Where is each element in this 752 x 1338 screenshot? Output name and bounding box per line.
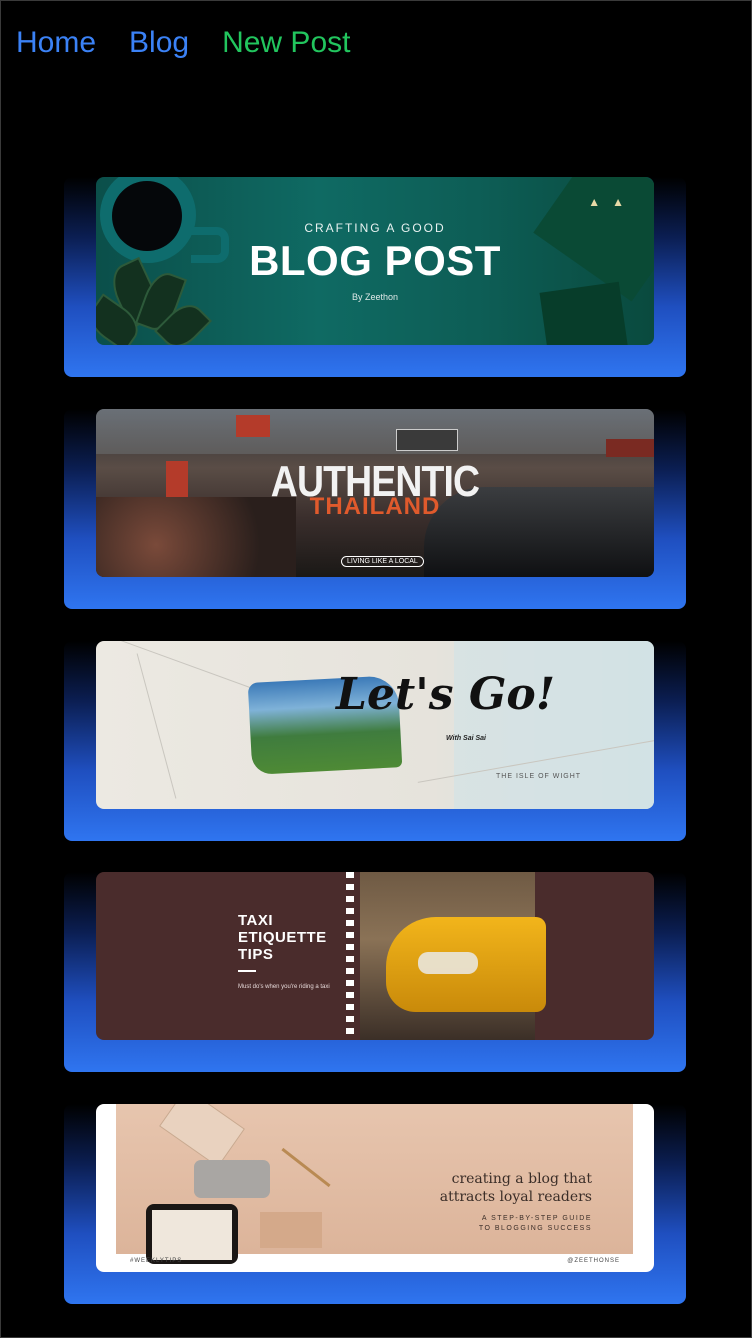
divider — [238, 970, 256, 972]
banner-hashtag: #WEEKLYTIPS — [130, 1258, 183, 1264]
post-banner-image[interactable]: Let's Go! With Sai Sai THE ISLE OF WIGHT — [96, 641, 654, 809]
banner-title: TAXI ETIQUETTE TIPS — [238, 912, 327, 963]
nav-blog-link[interactable]: Blog — [129, 24, 189, 62]
banner-tag: LIVING LIKE A LOCAL — [341, 556, 424, 567]
post-banner-image[interactable]: AUTHENTIC THAILAND LIVING LIKE A LOCAL — [96, 409, 654, 577]
street-sign-graphic — [396, 429, 458, 451]
top-nav: Home Blog New Post — [16, 24, 350, 62]
post-card-2[interactable]: AUTHENTIC THAILAND LIVING LIKE A LOCAL — [64, 409, 686, 609]
map-road-line — [136, 653, 177, 799]
banner-subtitle: Must do's when you're riding a taxi — [238, 984, 330, 990]
banner-handle: @ZEETHONSE — [567, 1258, 620, 1264]
post-banner-image[interactable]: creating a blog that attracts loyal read… — [96, 1104, 654, 1272]
banner-subtitle: With Sai Sai — [446, 735, 487, 742]
sky-graphic — [96, 409, 654, 454]
nav-home-link[interactable]: Home — [16, 24, 96, 62]
banner-byline: By Zeethon — [351, 292, 399, 302]
banner-subtitle: THAILAND — [309, 493, 441, 520]
banner-title: BLOG POST — [249, 237, 501, 284]
pencils-graphic: ▲▲ — [588, 195, 636, 209]
post-card-1[interactable]: ▲▲ CRAFTING A GOOD BLOG POST By Zeethon — [64, 177, 686, 377]
banner-subtitle: A STEP-BY-STEP GUIDE TO BLOGGING SUCCESS — [478, 1215, 592, 1232]
post-card-4[interactable]: TAXI ETIQUETTE TIPS Must do's when you'r… — [64, 872, 686, 1072]
map-place-label: THE ISLE OF WIGHT — [496, 773, 582, 780]
headlight-graphic — [418, 952, 478, 974]
phone-graphic — [194, 1160, 270, 1198]
post-card-3[interactable]: Let's Go! With Sai Sai THE ISLE OF WIGHT — [64, 641, 686, 841]
card-graphic — [260, 1212, 322, 1248]
banner-kicker: CRAFTING A GOOD — [304, 221, 446, 235]
post-banner-image[interactable]: TAXI ETIQUETTE TIPS Must do's when you'r… — [96, 872, 654, 1040]
nav-new-post-link[interactable]: New Post — [222, 24, 350, 62]
dashed-divider — [346, 872, 354, 1040]
post-banner-image[interactable]: ▲▲ CRAFTING A GOOD BLOG POST By Zeethon — [96, 177, 654, 345]
street-sign-graphic — [236, 415, 270, 437]
tablet-screen-graphic — [152, 1210, 232, 1260]
banner-title: creating a blog that attracts loyal read… — [439, 1171, 592, 1205]
post-card-5[interactable]: creating a blog that attracts loyal read… — [64, 1104, 686, 1304]
street-sign-graphic — [606, 439, 654, 457]
banner-title: Let's Go! — [336, 669, 556, 720]
map-sea-graphic — [454, 641, 654, 809]
